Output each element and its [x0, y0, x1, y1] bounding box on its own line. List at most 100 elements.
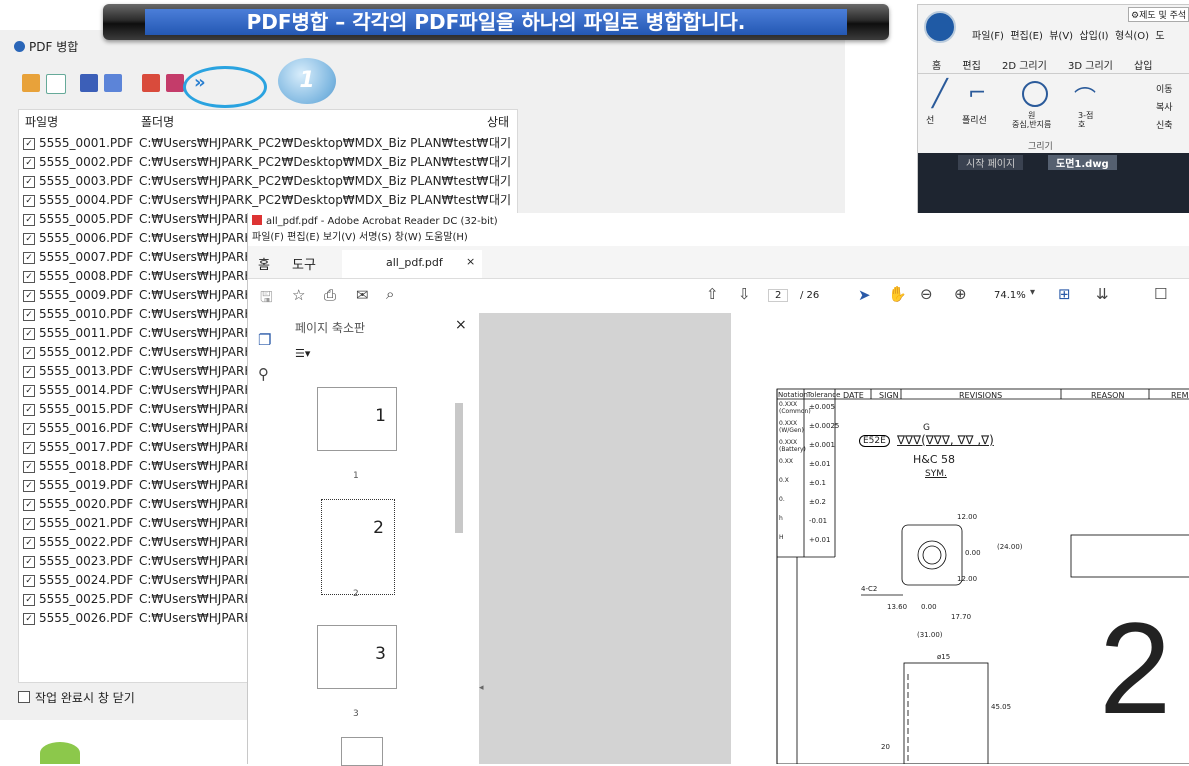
page-down-icon[interactable]: ⇩ [738, 285, 751, 303]
move-tool[interactable]: 이동 [1156, 81, 1173, 99]
zoom-out-icon[interactable]: ⊖ [920, 285, 933, 303]
thumbnail-options-icon[interactable]: ☰▾ [295, 347, 310, 360]
cad-drawing-area[interactable]: 시작 페이지 도면1.dwg [918, 153, 1189, 221]
page-up-icon[interactable]: ⇧ [706, 285, 719, 303]
cad-tab-drawing1[interactable]: 도면1.dwg [1048, 155, 1117, 170]
ribbon-tab-edit[interactable]: 편집 [962, 61, 980, 72]
row-checkbox[interactable]: ✓ [23, 594, 35, 606]
row-checkbox[interactable]: ✓ [23, 176, 35, 188]
tab-home[interactable]: 홈 [258, 254, 270, 273]
comment-icon[interactable]: ☐ [1154, 285, 1167, 303]
close-on-finish-option[interactable]: 작업 완료시 창 닫기 [18, 689, 135, 706]
close-tab-icon[interactable]: × [466, 255, 475, 268]
cad-menu-file[interactable]: 파일(F) [972, 31, 1004, 42]
ribbon-tab-home[interactable]: 홈 [932, 61, 941, 72]
row-checkbox[interactable]: ✓ [23, 404, 35, 416]
copy-tool[interactable]: 복사 [1156, 99, 1173, 117]
arc-tool-icon[interactable]: ⌒ [1074, 81, 1096, 113]
attachment-icon[interactable]: ⚲ [258, 365, 269, 383]
row-checkbox[interactable]: ✓ [23, 518, 35, 530]
select-all-icon[interactable] [80, 74, 98, 92]
save-icon[interactable]: 🖫 [260, 287, 273, 312]
stretch-tool[interactable]: 신축 [1156, 117, 1173, 135]
email-icon[interactable]: ✉ [356, 286, 369, 304]
page-thumbnails-icon[interactable]: ❐ [258, 331, 271, 349]
cad-menu-view[interactable]: 뷰(V) [1049, 31, 1073, 42]
row-checkbox[interactable]: ✓ [23, 385, 35, 397]
add-files-icon[interactable] [22, 74, 40, 92]
zoom-level[interactable]: 74.1% [994, 290, 1026, 301]
pdf-page[interactable]: Notation Tolerance DATE SIGN REVISIONS R… [731, 313, 1189, 764]
cad-app-icon[interactable] [924, 11, 956, 43]
ribbon-tab-insert[interactable]: 삽입 [1134, 61, 1152, 72]
row-checkbox[interactable]: ✓ [23, 157, 35, 169]
col-header-status[interactable]: 상태 [487, 110, 509, 134]
col-header-folder[interactable]: 폴더명 [141, 110, 174, 134]
file-name: 5555_0023.PDF [39, 554, 134, 568]
table-row[interactable]: ✓ 5555_0001.PDF C:₩Users₩HJPARK_PC2₩Deskto… [19, 134, 517, 153]
cad-menu-more[interactable]: 도 [1155, 31, 1164, 42]
ribbon-tab-3d[interactable]: 3D 그리기 [1068, 61, 1113, 72]
cad-menu-insert[interactable]: 삽입(I) [1079, 31, 1108, 42]
table-row[interactable]: ✓ 5555_0002.PDF C:₩Users₩HJPARK_PC2₩Deskto… [19, 153, 517, 172]
ribbon-tab-2d[interactable]: 2D 그리기 [1002, 61, 1047, 72]
tab-document[interactable]: all_pdf.pdf × [342, 250, 482, 278]
row-checkbox[interactable]: ✓ [23, 233, 35, 245]
new-file-icon[interactable] [46, 74, 66, 94]
zoom-in-icon[interactable]: ⊕ [954, 285, 967, 303]
page-thumbnail[interactable]: 1 [317, 387, 397, 451]
scroll-mode-icon[interactable]: ⇊ [1096, 285, 1109, 303]
cad-menu-edit[interactable]: 편집(E) [1010, 31, 1043, 42]
hdr-notation: Notation [778, 391, 808, 399]
page-thumbnail-selected[interactable]: 2 [321, 499, 395, 595]
fit-page-icon[interactable]: ⊞ [1058, 285, 1071, 303]
select-cursor-icon[interactable]: ➤ [858, 286, 871, 304]
row-checkbox[interactable]: ✓ [23, 480, 35, 492]
page-thumbnail[interactable] [341, 737, 383, 766]
row-checkbox[interactable]: ✓ [23, 138, 35, 150]
bookmark-star-icon[interactable]: ☆ [292, 286, 305, 304]
line-tool-icon[interactable]: ╱ [932, 79, 948, 109]
row-checkbox[interactable]: ✓ [23, 252, 35, 264]
row-checkbox[interactable]: ✓ [23, 442, 35, 454]
row-checkbox[interactable]: ✓ [23, 613, 35, 625]
collapse-panel-icon[interactable]: ◂ [479, 683, 484, 693]
row-checkbox[interactable]: ✓ [23, 214, 35, 226]
row-checkbox[interactable]: ✓ [23, 556, 35, 568]
row-checkbox[interactable]: ✓ [23, 499, 35, 511]
row-checkbox[interactable]: ✓ [23, 328, 35, 340]
page-thumbnail[interactable]: 3 [317, 625, 397, 689]
file-name: 5555_0006.PDF [39, 231, 134, 245]
tab-tools[interactable]: 도구 [292, 254, 316, 273]
polyline-tool-icon[interactable]: ⌐ [968, 81, 986, 106]
row-checkbox[interactable]: ✓ [23, 537, 35, 549]
workspace-selector[interactable]: ⚙제도 및 주석 [1128, 7, 1189, 22]
close-on-finish-checkbox[interactable] [18, 691, 30, 703]
close-panel-icon[interactable]: × [455, 317, 467, 333]
circle-tool-icon[interactable] [1022, 81, 1048, 107]
row-checkbox[interactable]: ✓ [23, 366, 35, 378]
row-checkbox[interactable]: ✓ [23, 347, 35, 359]
chevron-down-icon[interactable]: ▾ [1030, 287, 1035, 298]
row-checkbox[interactable]: ✓ [23, 290, 35, 302]
row-checkbox[interactable]: ✓ [23, 309, 35, 321]
deselect-icon[interactable] [104, 74, 122, 92]
cad-menu-format[interactable]: 형식(O) [1115, 31, 1149, 42]
acrobat-menubar[interactable]: 파일(F) 편집(E) 보기(V) 서명(S) 창(W) 도움말(H) [248, 230, 1189, 246]
table-row[interactable]: ✓ 5555_0003.PDF C:₩Users₩HJPARK_PC2₩Deskto… [19, 172, 517, 191]
row-checkbox[interactable]: ✓ [23, 195, 35, 207]
search-zoom-icon[interactable]: ⌕ [386, 285, 394, 303]
col-header-file[interactable]: 파일명 [25, 110, 58, 134]
table-row[interactable]: ✓ 5555_0004.PDF C:₩Users₩HJPARK_PC2₩Deskto… [19, 191, 517, 210]
row-checkbox[interactable]: ✓ [23, 271, 35, 283]
thumbnail-scrollbar[interactable] [455, 403, 463, 533]
cad-tab-start[interactable]: 시작 페이지 [958, 155, 1024, 170]
print-icon[interactable]: ⎙ [324, 286, 336, 304]
hand-tool-icon[interactable]: ✋ [888, 285, 907, 303]
row-checkbox[interactable]: ✓ [23, 461, 35, 473]
row-checkbox[interactable]: ✓ [23, 423, 35, 435]
remove-all-icon[interactable] [166, 74, 184, 92]
row-checkbox[interactable]: ✓ [23, 575, 35, 587]
page-number-input[interactable]: 2 [768, 289, 789, 302]
remove-item-icon[interactable] [142, 74, 160, 92]
